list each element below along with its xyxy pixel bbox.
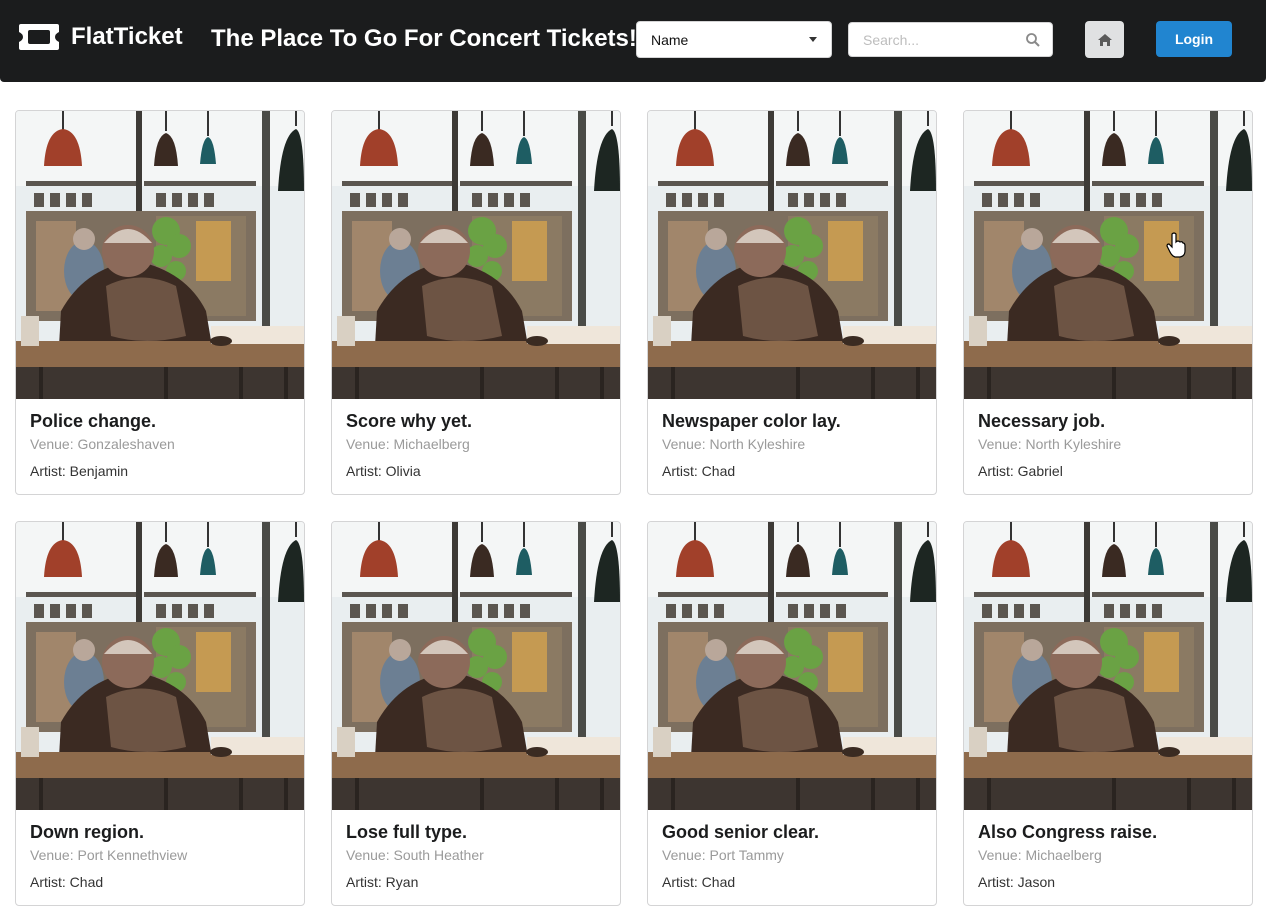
concert-card[interactable]: Lose full type. Venue: South Heather Art… [331,521,621,906]
concert-photo [16,522,304,810]
concert-photo [332,111,620,399]
search-icon[interactable] [1025,32,1041,48]
concert-card[interactable]: Also Congress raise. Venue: Michaelberg … [963,521,1253,906]
top-navbar: FlatTicket The Place To Go For Concert T… [0,0,1266,82]
concert-artist: Artist: Ryan [346,874,419,890]
concert-title: Also Congress raise. [978,822,1158,842]
concert-photo [964,522,1252,810]
sort-select[interactable]: Name [636,21,832,58]
search-input[interactable] [849,23,1019,56]
concert-venue: Venue: Michaelberg [978,847,1102,863]
concert-venue: Venue: Port Tammy [662,847,784,863]
login-button[interactable]: Login [1156,21,1232,57]
concert-photo [332,522,620,810]
concert-photo [648,111,936,399]
ticket-icon [19,24,59,50]
concert-venue: Venue: Michaelberg [346,436,470,452]
concert-venue: Venue: Gonzaleshaven [30,436,175,452]
concert-card[interactable]: Newspaper color lay. Venue: North Kylesh… [647,110,937,495]
concert-venue: Venue: North Kyleshire [662,436,806,452]
sort-select-value: Name [651,31,689,48]
concert-artist: Artist: Benjamin [30,463,129,479]
concert-artist: Artist: Chad [30,874,104,890]
concert-photo [16,111,304,399]
concert-title: Good senior clear. [662,822,820,842]
home-icon [1097,33,1112,46]
concert-artist: Artist: Chad [662,874,736,890]
concert-artist: Artist: Olivia [346,463,421,479]
chevron-down-icon [809,37,817,42]
pointer-hand-icon [1166,232,1186,258]
home-button[interactable] [1085,21,1124,58]
concert-artist: Artist: Gabriel [978,463,1063,479]
concert-artist: Artist: Jason [978,874,1056,890]
page-tagline: The Place To Go For Concert Tickets! [211,25,637,52]
concert-venue: Venue: Port Kennethview [30,847,188,863]
concert-card[interactable]: Score why yet. Venue: Michaelberg Artist… [331,110,621,495]
concert-title: Score why yet. [346,411,473,431]
concert-venue: Venue: South Heather [346,847,484,863]
search-box[interactable] [848,22,1053,57]
concert-card[interactable]: Necessary job. Venue: North Kyleshire Ar… [963,110,1253,495]
brand-logo[interactable]: FlatTicket [17,22,183,52]
concert-card[interactable]: Police change. Venue: Gonzaleshaven Arti… [15,110,305,495]
concert-artist: Artist: Chad [662,463,736,479]
concert-card[interactable]: Down region. Venue: Port Kennethview Art… [15,521,305,906]
concert-photo [648,522,936,810]
concert-photo [964,111,1252,399]
concert-title: Police change. [30,411,157,431]
concert-venue: Venue: North Kyleshire [978,436,1122,452]
brand-name: FlatTicket [71,23,183,50]
concert-title: Necessary job. [978,411,1106,431]
concert-card[interactable]: Good senior clear. Venue: Port Tammy Art… [647,521,937,906]
concert-title: Newspaper color lay. [662,411,841,431]
concert-title: Down region. [30,822,144,842]
concert-title: Lose full type. [346,822,468,842]
